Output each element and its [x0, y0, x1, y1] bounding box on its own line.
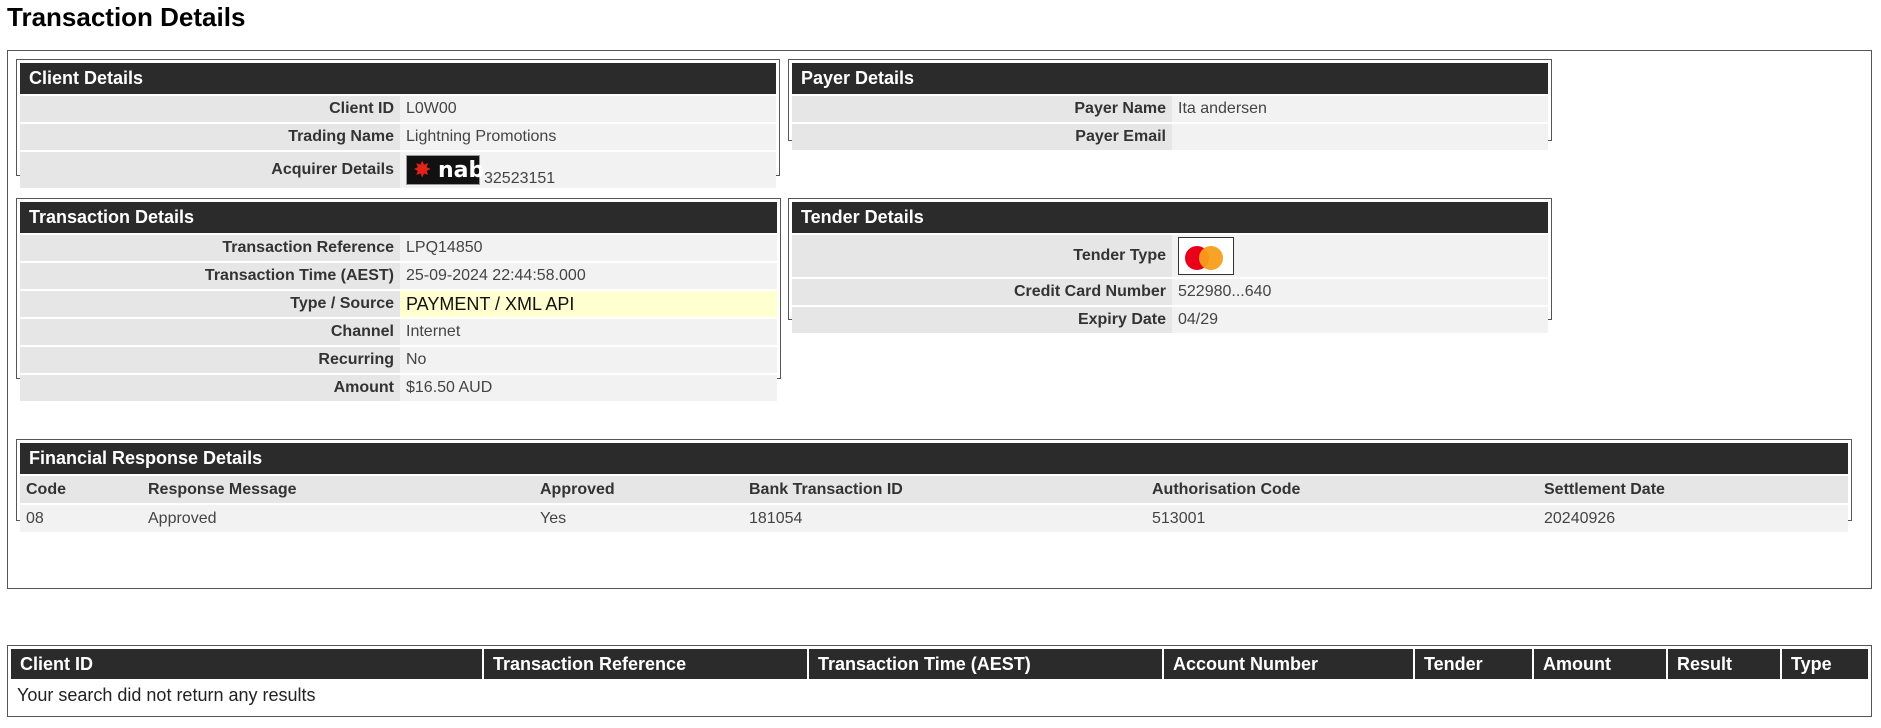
- column-header: Code: [20, 476, 142, 503]
- expiry-date-row: Expiry Date 04/29: [792, 307, 1548, 333]
- financial-response-header: Financial Response Details: [20, 443, 1848, 474]
- client-id-row: Client ID L0W00: [20, 96, 776, 122]
- authorisation-code: 513001: [1146, 505, 1538, 532]
- type-source-label: Type / Source: [20, 291, 400, 317]
- mastercard-orange-circle: [1199, 246, 1223, 270]
- tender-details-panel: Tender Details Tender Type Credit Card N…: [788, 198, 1552, 333]
- response-code: 08: [20, 505, 142, 532]
- trading-name-row: Trading Name Lightning Promotions: [20, 124, 776, 150]
- channel-value: Internet: [400, 319, 777, 345]
- column-header: Response Message: [142, 476, 534, 503]
- acquirer-number: 32523151: [484, 170, 556, 187]
- payer-email-value: [1172, 124, 1548, 150]
- transaction-details-header: Transaction Details: [20, 202, 777, 233]
- column-header-result[interactable]: Result: [1667, 649, 1782, 679]
- trading-name-label: Trading Name: [20, 124, 400, 150]
- acquirer-value: ✸ nab 32523151: [400, 152, 776, 188]
- type-source-row: Type / Source PAYMENT / XML API: [20, 291, 777, 317]
- column-header-tender[interactable]: Tender: [1414, 649, 1534, 679]
- recurring-row: Recurring No: [20, 347, 777, 373]
- trading-name-value: Lightning Promotions: [400, 124, 776, 150]
- nab-logo: ✸ nab: [406, 155, 484, 185]
- payer-email-label: Payer Email: [792, 124, 1172, 150]
- column-header: Authorisation Code: [1146, 476, 1538, 503]
- client-id-label: Client ID: [20, 96, 400, 122]
- approved-value: Yes: [534, 505, 743, 532]
- transaction-reference-value: LPQ14850: [400, 235, 777, 261]
- column-header-account-number[interactable]: Account Number: [1163, 649, 1415, 679]
- page-title: Transaction Details: [7, 2, 246, 32]
- financial-header-row: Code Response Message Approved Bank Tran…: [20, 476, 1848, 503]
- search-results-panel: Client ID Transaction Reference Transact…: [7, 645, 1872, 717]
- client-id-value: L0W00: [400, 96, 776, 122]
- empty-results-message: Your search did not return any results: [17, 684, 316, 705]
- financial-response-table: Code Response Message Approved Bank Tran…: [20, 474, 1848, 534]
- transaction-time-row: Transaction Time (AEST) 25-09-2024 22:44…: [20, 263, 777, 289]
- nab-logo-text: nab: [438, 158, 485, 183]
- type-source-value: PAYMENT / XML API: [400, 291, 777, 317]
- channel-label: Channel: [20, 319, 400, 345]
- column-header-client-id[interactable]: Client ID: [11, 649, 484, 679]
- search-results-table: Client ID Transaction Reference Transact…: [11, 649, 1868, 711]
- recurring-label: Recurring: [20, 347, 400, 373]
- channel-row: Channel Internet: [20, 319, 777, 345]
- mastercard-icon: [1178, 237, 1234, 275]
- tender-type-value: [1172, 235, 1548, 277]
- bank-transaction-id: 181054: [743, 505, 1146, 532]
- transaction-reference-label: Transaction Reference: [20, 235, 400, 261]
- expiry-date-label: Expiry Date: [792, 307, 1172, 333]
- credit-card-row: Credit Card Number 522980...640: [792, 279, 1548, 305]
- payer-email-row: Payer Email: [792, 124, 1548, 150]
- transaction-details-container: Client Details Client ID L0W00 Trading N…: [7, 50, 1872, 589]
- client-details-panel: Client Details Client ID L0W00 Trading N…: [16, 59, 780, 188]
- empty-results-row: Your search did not return any results: [11, 679, 1868, 711]
- amount-value: $16.50 AUD: [400, 375, 777, 401]
- credit-card-value: 522980...640: [1172, 279, 1548, 305]
- payer-name-label: Payer Name: [792, 96, 1172, 122]
- column-header: Bank Transaction ID: [743, 476, 1146, 503]
- payer-name-value: Ita andersen: [1172, 96, 1548, 122]
- transaction-details-panel: Transaction Details Transaction Referenc…: [16, 198, 781, 401]
- tender-type-label: Tender Type: [792, 235, 1172, 277]
- column-header-amount[interactable]: Amount: [1533, 649, 1668, 679]
- amount-row: Amount $16.50 AUD: [20, 375, 777, 401]
- results-header-row: Client ID Transaction Reference Transact…: [11, 649, 1868, 679]
- client-details-header: Client Details: [20, 63, 776, 94]
- credit-card-label: Credit Card Number: [792, 279, 1172, 305]
- column-header-type[interactable]: Type: [1781, 649, 1868, 679]
- nab-star-icon: ✸: [413, 157, 432, 182]
- payer-details-panel: Payer Details Payer Name Ita andersen Pa…: [788, 59, 1552, 150]
- payer-name-row: Payer Name Ita andersen: [792, 96, 1548, 122]
- settlement-date: 20240926: [1538, 505, 1848, 532]
- column-header-transaction-reference[interactable]: Transaction Reference: [483, 649, 809, 679]
- column-header: Approved: [534, 476, 743, 503]
- tender-type-row: Tender Type: [792, 235, 1548, 277]
- column-header-transaction-time[interactable]: Transaction Time (AEST): [808, 649, 1164, 679]
- transaction-reference-row: Transaction Reference LPQ14850: [20, 235, 777, 261]
- transaction-time-label: Transaction Time (AEST): [20, 263, 400, 289]
- financial-response-panel: Financial Response Details Code Response…: [16, 439, 1852, 532]
- amount-label: Amount: [20, 375, 400, 401]
- response-message: Approved: [142, 505, 534, 532]
- expiry-date-value: 04/29: [1172, 307, 1548, 333]
- table-row: 08 Approved Yes 181054 513001 20240926: [20, 505, 1848, 532]
- recurring-value: No: [400, 347, 777, 373]
- acquirer-label: Acquirer Details: [20, 152, 400, 188]
- column-header: Settlement Date: [1538, 476, 1848, 503]
- tender-details-header: Tender Details: [792, 202, 1548, 233]
- acquirer-row: Acquirer Details ✸ nab 32523151: [20, 152, 776, 188]
- transaction-time-value: 25-09-2024 22:44:58.000: [400, 263, 777, 289]
- payer-details-header: Payer Details: [792, 63, 1548, 94]
